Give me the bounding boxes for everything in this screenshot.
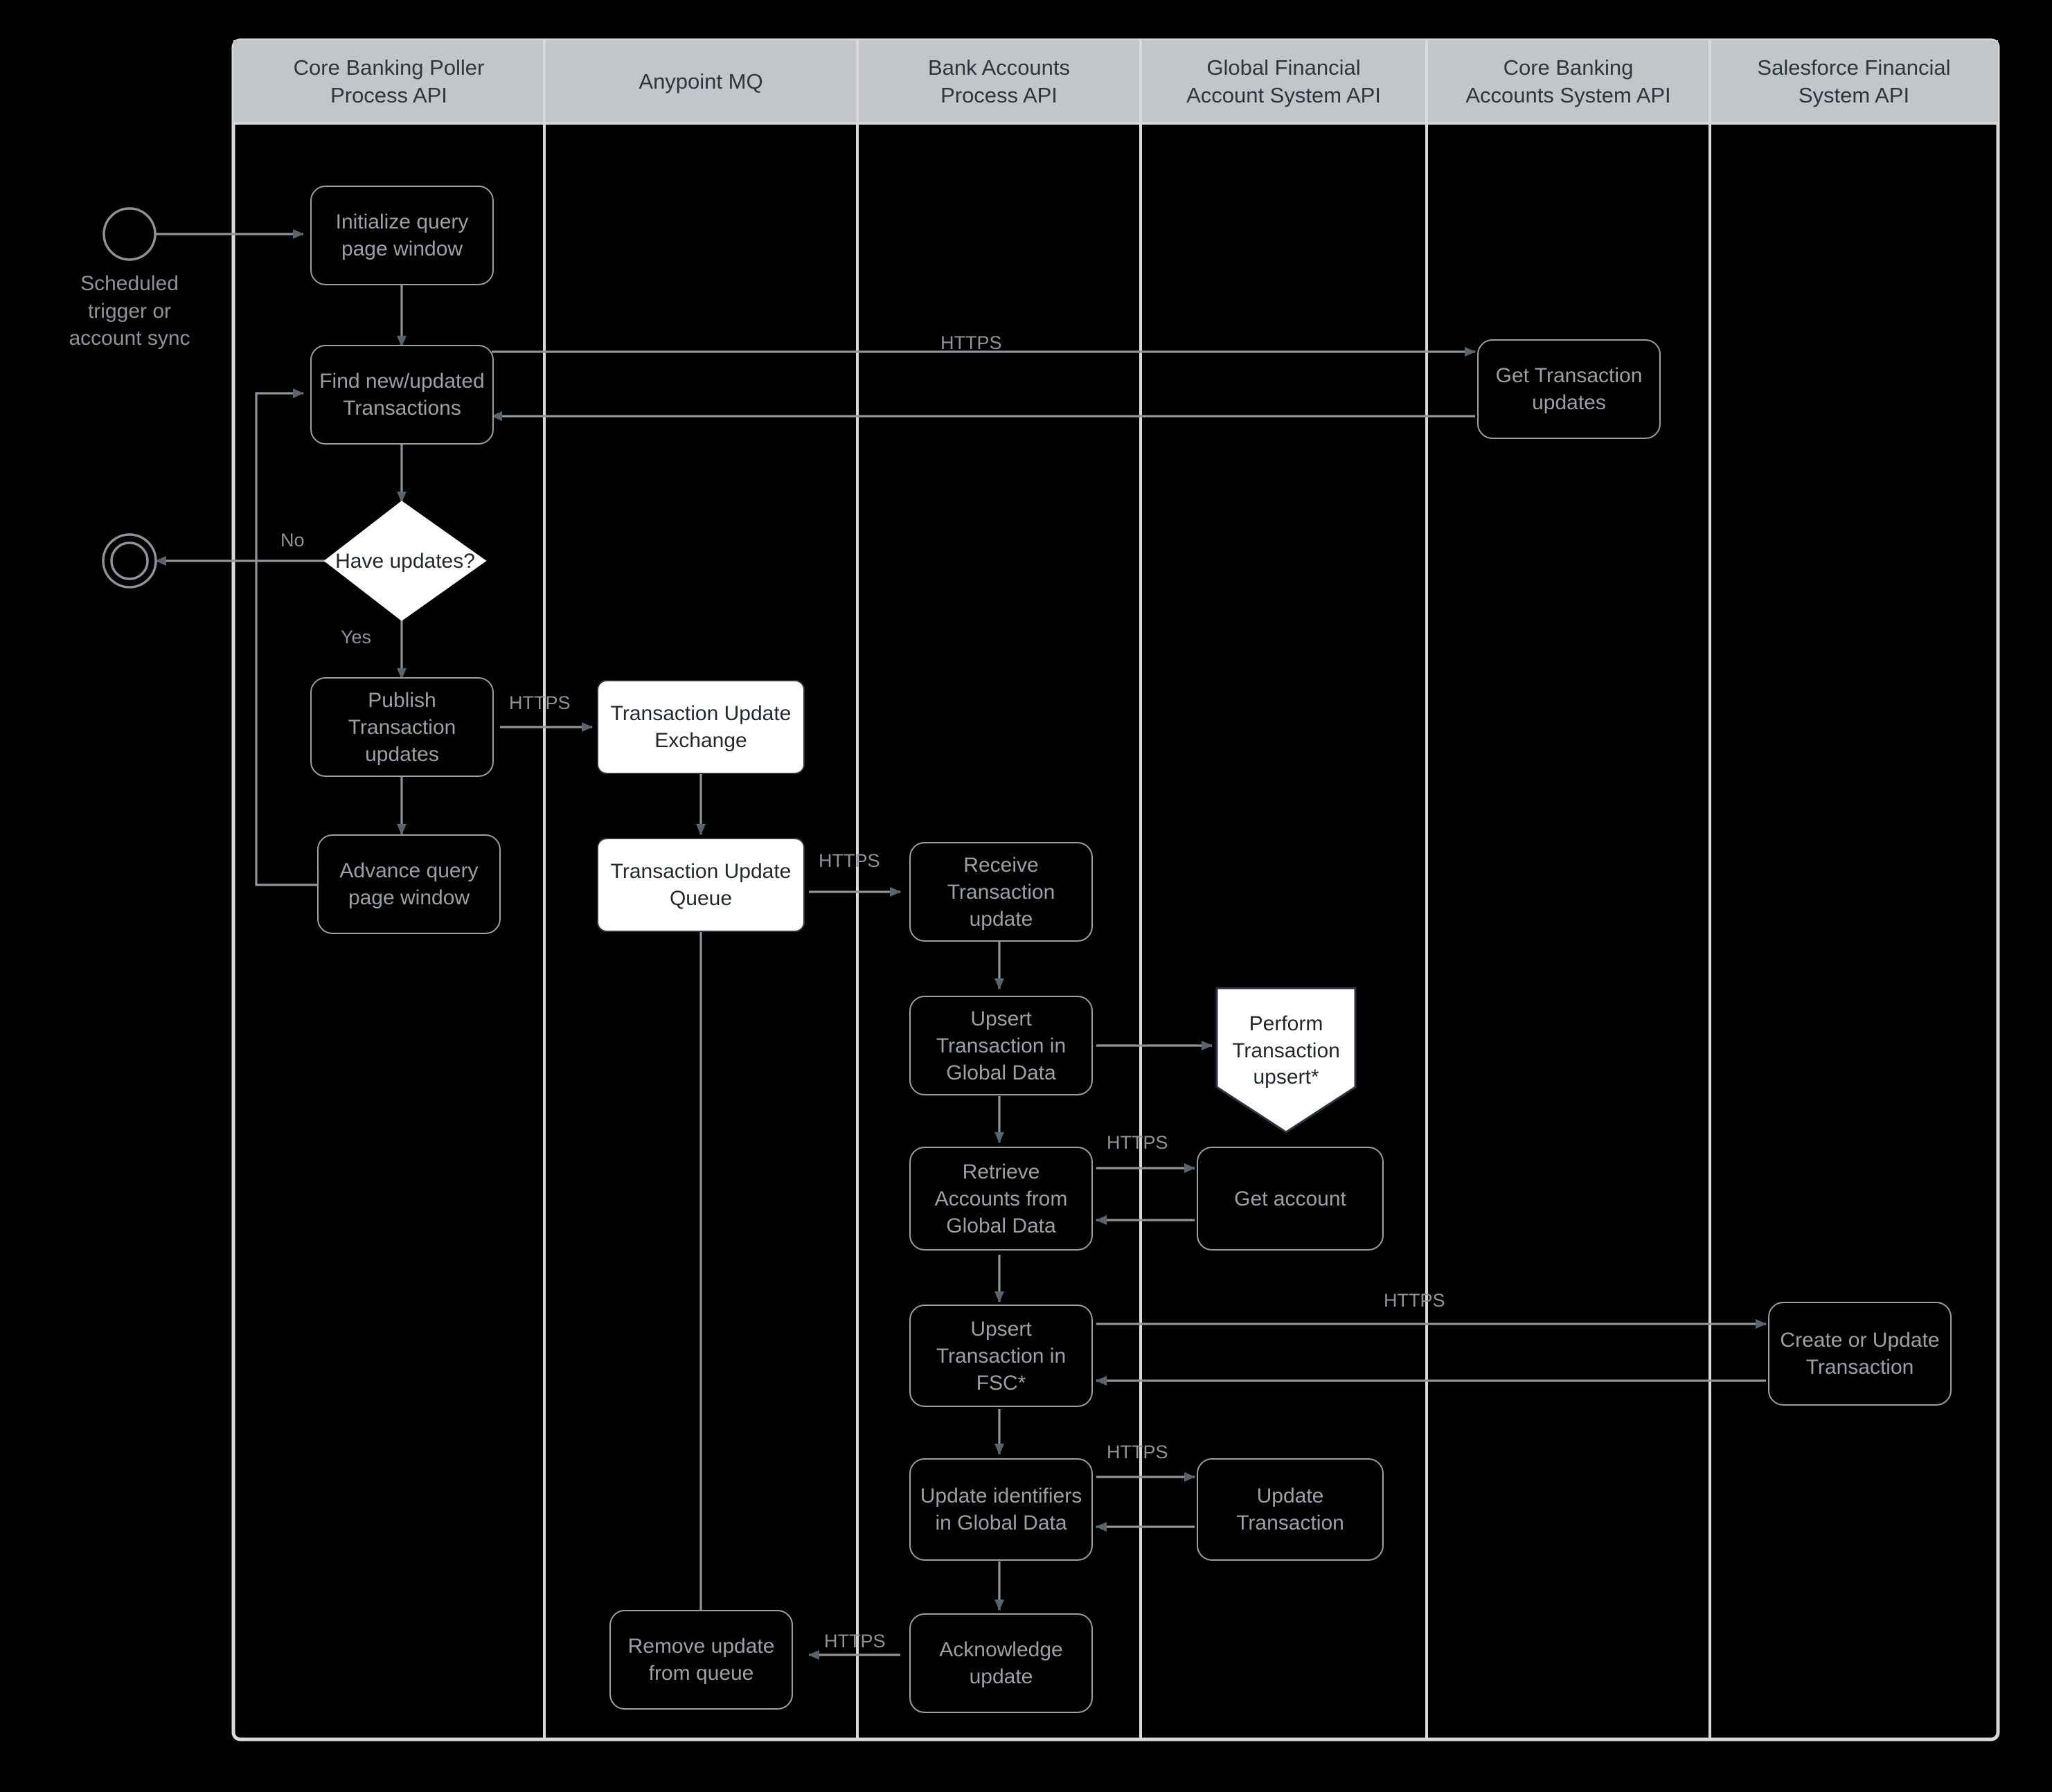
node-label: Remove update from queue <box>627 1635 775 1685</box>
node-label: Acknowledge update <box>939 1638 1063 1688</box>
end-event-inner-circle <box>110 541 149 580</box>
edge-label-https-fsc: HTTPS <box>1384 1290 1445 1311</box>
node-label: Transaction Update Exchange <box>610 702 792 752</box>
node-create-or-update-transaction[interactable]: Create or Update Transaction <box>1768 1302 1952 1406</box>
node-initialize-query-page-window[interactable]: Initialize query page window <box>310 186 494 285</box>
node-upsert-transaction-in-global-data[interactable]: Upsert Transaction in Global Data <box>909 996 1093 1095</box>
node-label: Publish Transaction updates <box>348 688 456 766</box>
node-have-updates-decision[interactable]: Have updates? <box>325 502 485 620</box>
edge-advance-loop-to-find <box>255 388 321 886</box>
node-label: Update identifiers in Global Data <box>920 1485 1082 1534</box>
node-acknowledge-update[interactable]: Acknowledge update <box>909 1613 1093 1713</box>
node-label: Receive Transaction update <box>947 853 1055 931</box>
node-label: Update Transaction <box>1236 1485 1344 1534</box>
node-label: Create or Update Transaction <box>1780 1329 1940 1379</box>
node-receive-transaction-update[interactable]: Receive Transaction update <box>909 842 1093 942</box>
node-remove-update-from-queue[interactable]: Remove update from queue <box>609 1610 793 1710</box>
node-upsert-transaction-in-fsc[interactable]: Upsert Transaction in FSC* <box>909 1305 1093 1407</box>
node-perform-transaction-upsert[interactable]: Perform Transaction upsert* <box>1217 988 1355 1132</box>
node-transaction-update-exchange[interactable]: Transaction Update Exchange <box>597 680 805 774</box>
connectors <box>155 229 1767 1660</box>
node-transaction-update-queue[interactable]: Transaction Update Queue <box>597 838 805 932</box>
node-label: Get Transaction updates <box>1495 364 1643 414</box>
edge-label-https-publish: HTTPS <box>509 692 571 713</box>
edge-label-https-queue-to-bank: HTTPS <box>819 850 880 871</box>
node-find-new-updated-transactions[interactable]: Find new/updated Transactions <box>310 345 494 445</box>
edge-label-https-ack: HTTPS <box>824 1631 886 1651</box>
start-event-circle <box>102 207 157 261</box>
start-end-markers <box>102 207 157 589</box>
edge-label-https-top: HTTPS <box>940 332 1002 353</box>
start-event-caption: Scheduled trigger or account sync <box>69 272 190 350</box>
node-label: Initialize query page window <box>335 210 469 260</box>
node-label: Find new/updated Transactions <box>319 370 485 420</box>
node-get-account[interactable]: Get account <box>1197 1147 1384 1251</box>
node-retrieve-accounts-from-global-data[interactable]: Retrieve Accounts from Global Data <box>909 1147 1093 1251</box>
node-label: Upsert Transaction in Global Data <box>936 1007 1067 1084</box>
node-update-identifiers-in-global-data[interactable]: Update identifiers in Global Data <box>909 1458 1093 1561</box>
node-label: Transaction Update Queue <box>610 860 792 910</box>
node-label: Perform Transaction upsert* <box>1232 1012 1340 1089</box>
node-label: Retrieve Accounts from Global Data <box>934 1160 1068 1237</box>
node-label: Have updates? <box>335 549 475 573</box>
node-label: Get account <box>1234 1187 1346 1210</box>
edge-label-https-retrieve: HTTPS <box>1107 1132 1168 1153</box>
swimlane-diagram: Core Banking Poller Process API Anypoint… <box>0 0 2052 1792</box>
edge-label-no: No <box>280 530 305 550</box>
edge-label-yes: Yes <box>341 627 372 647</box>
node-update-transaction[interactable]: Update Transaction <box>1197 1458 1384 1561</box>
node-label: Upsert Transaction in FSC* <box>936 1317 1067 1395</box>
node-label: Advance query page window <box>339 859 479 909</box>
node-advance-query-page-window[interactable]: Advance query page window <box>317 834 501 934</box>
edge-label-https-update-ids: HTTPS <box>1107 1442 1168 1462</box>
node-publish-transaction-updates[interactable]: Publish Transaction updates <box>310 677 494 777</box>
node-get-transaction-updates[interactable]: Get Transaction updates <box>1477 339 1661 439</box>
